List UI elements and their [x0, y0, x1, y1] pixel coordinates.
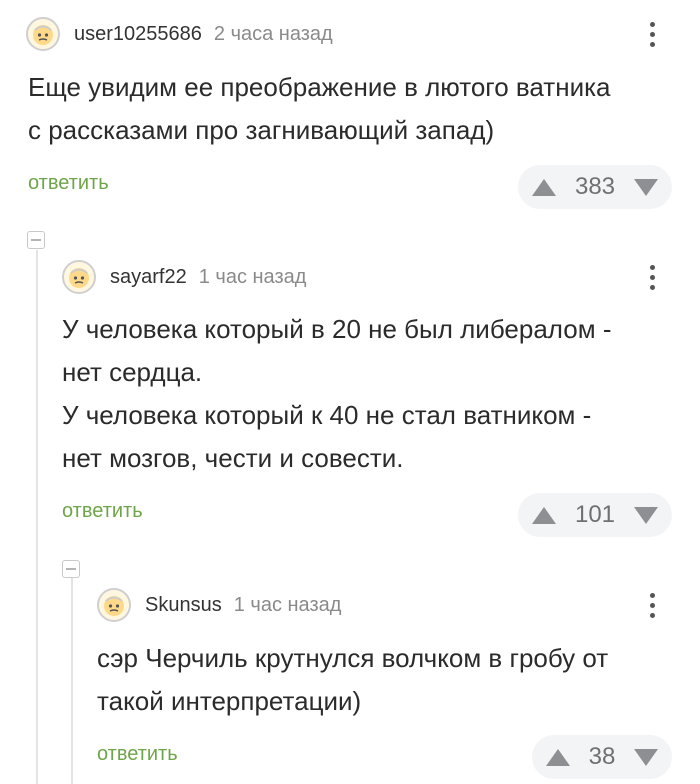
- rating-count: 38: [588, 743, 616, 770]
- timestamp: 2 часа назад: [213, 22, 333, 45]
- avatar[interactable]: [62, 260, 96, 294]
- timestamp: 1 час назад: [233, 593, 342, 616]
- thread-line-level-1: [36, 250, 38, 784]
- comment-text: сэр Черчиль крутнулся волчком в гробу от…: [97, 643, 609, 716]
- reply-button[interactable]: ответить: [97, 743, 178, 766]
- comment-text: Еще увидим ее преображение в лютого ватн…: [28, 72, 611, 145]
- comment-header: sayarf22 1 час назад: [62, 257, 306, 297]
- more-vertical-icon[interactable]: [640, 257, 664, 297]
- collapse-thread-icon[interactable]: [27, 231, 45, 249]
- reply-button[interactable]: ответить: [62, 500, 143, 523]
- rating-widget: 383: [518, 165, 672, 209]
- comment-text: У человека который в 20 не был либералом…: [62, 314, 612, 473]
- username[interactable]: user10255686: [74, 23, 202, 46]
- arrow-up-icon[interactable]: [546, 748, 570, 766]
- arrow-up-icon[interactable]: [532, 506, 556, 524]
- avatar[interactable]: [26, 17, 60, 51]
- comment-header: Skunsus 1 час назад: [97, 585, 341, 625]
- default-avatar-icon: [104, 596, 124, 616]
- arrow-down-icon[interactable]: [633, 748, 658, 766]
- more-vertical-icon[interactable]: [640, 14, 664, 54]
- rating-widget: 101: [518, 493, 672, 537]
- comment-header: user10255686 2 часа назад: [26, 14, 333, 54]
- timestamp: 1 час назад: [198, 265, 307, 288]
- reply-button[interactable]: ответить: [28, 172, 109, 195]
- rating-count: 383: [574, 173, 616, 200]
- arrow-down-icon[interactable]: [633, 178, 658, 196]
- username[interactable]: Skunsus: [145, 594, 222, 617]
- thread-line-level-2: [71, 578, 73, 784]
- rating-widget: 38: [532, 735, 672, 779]
- collapse-thread-icon[interactable]: [62, 560, 80, 578]
- avatar[interactable]: [97, 588, 131, 622]
- arrow-up-icon[interactable]: [532, 178, 556, 196]
- default-avatar-icon: [33, 25, 53, 45]
- default-avatar-icon: [69, 268, 89, 288]
- rating-count: 101: [574, 501, 616, 528]
- username[interactable]: sayarf22: [110, 266, 187, 289]
- more-vertical-icon[interactable]: [640, 585, 664, 625]
- arrow-down-icon[interactable]: [633, 506, 658, 524]
